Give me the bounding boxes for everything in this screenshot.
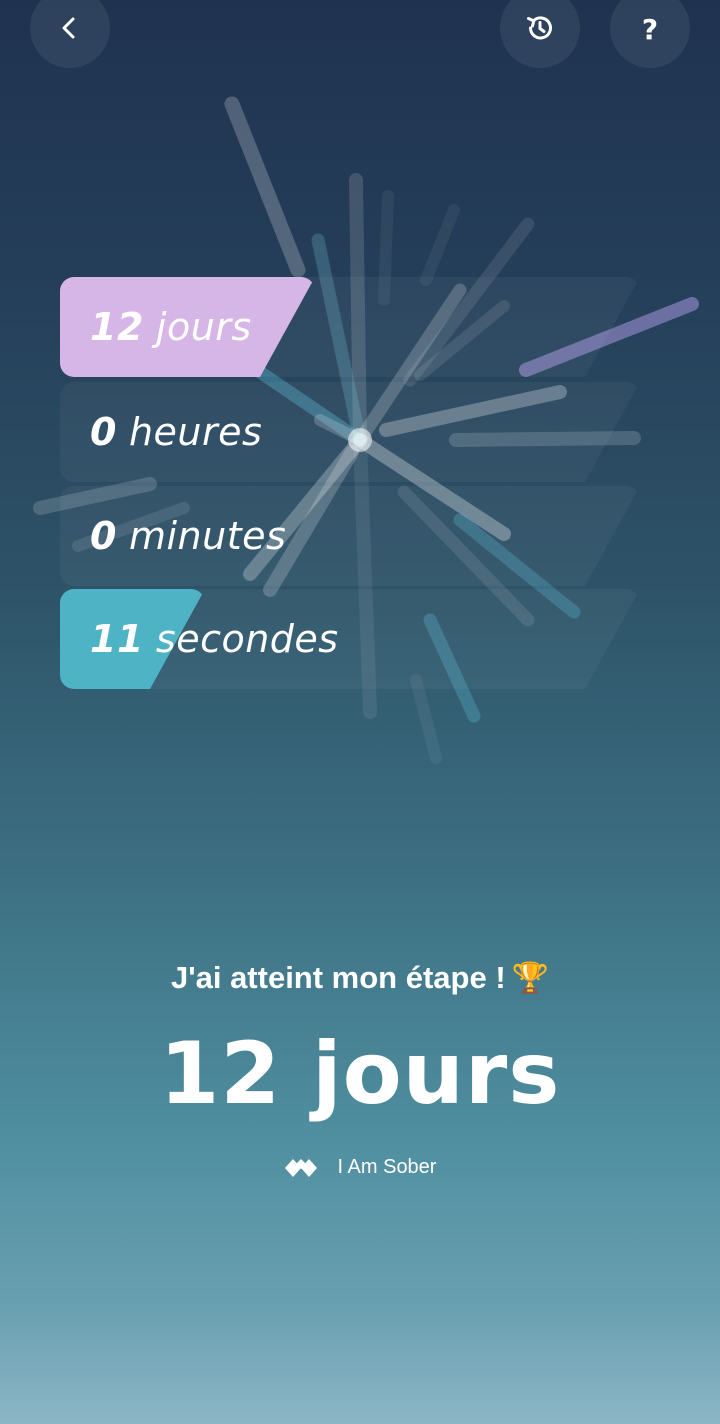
counter-unit: secondes (155, 617, 339, 661)
counter-days: 12 jours (60, 277, 252, 377)
milestone-value: 12 jours (159, 1024, 561, 1124)
milestone-title: J'ai atteint mon étape ! 🏆 (0, 960, 720, 996)
brand-name: I Am Sober (337, 1156, 437, 1178)
counter-label: 0 heures (90, 410, 262, 454)
i-am-sober-logo-icon (284, 1158, 317, 1177)
brand: I Am Sober (0, 1156, 720, 1179)
counter-unit: minutes (128, 514, 287, 558)
counter-unit: jours (155, 305, 252, 349)
counter-value: 0 (90, 410, 117, 454)
counter-label: 11 secondes (90, 617, 339, 661)
trophy-icon: 🏆 (511, 962, 550, 995)
counter-value: 11 (90, 617, 144, 661)
counter-value: 12 (90, 305, 144, 349)
milestone-title-text: J'ai atteint mon étape ! (170, 960, 506, 995)
counter-label: 12 jours (90, 305, 252, 349)
counter-label: 0 minutes (90, 514, 286, 558)
counter-value: 0 (90, 514, 117, 558)
counter-minutes: 0 minutes (60, 486, 286, 586)
counter-hours: 0 heures (60, 382, 262, 482)
counter-seconds: 11 secondes (60, 589, 339, 689)
counter-unit: heures (128, 410, 263, 454)
